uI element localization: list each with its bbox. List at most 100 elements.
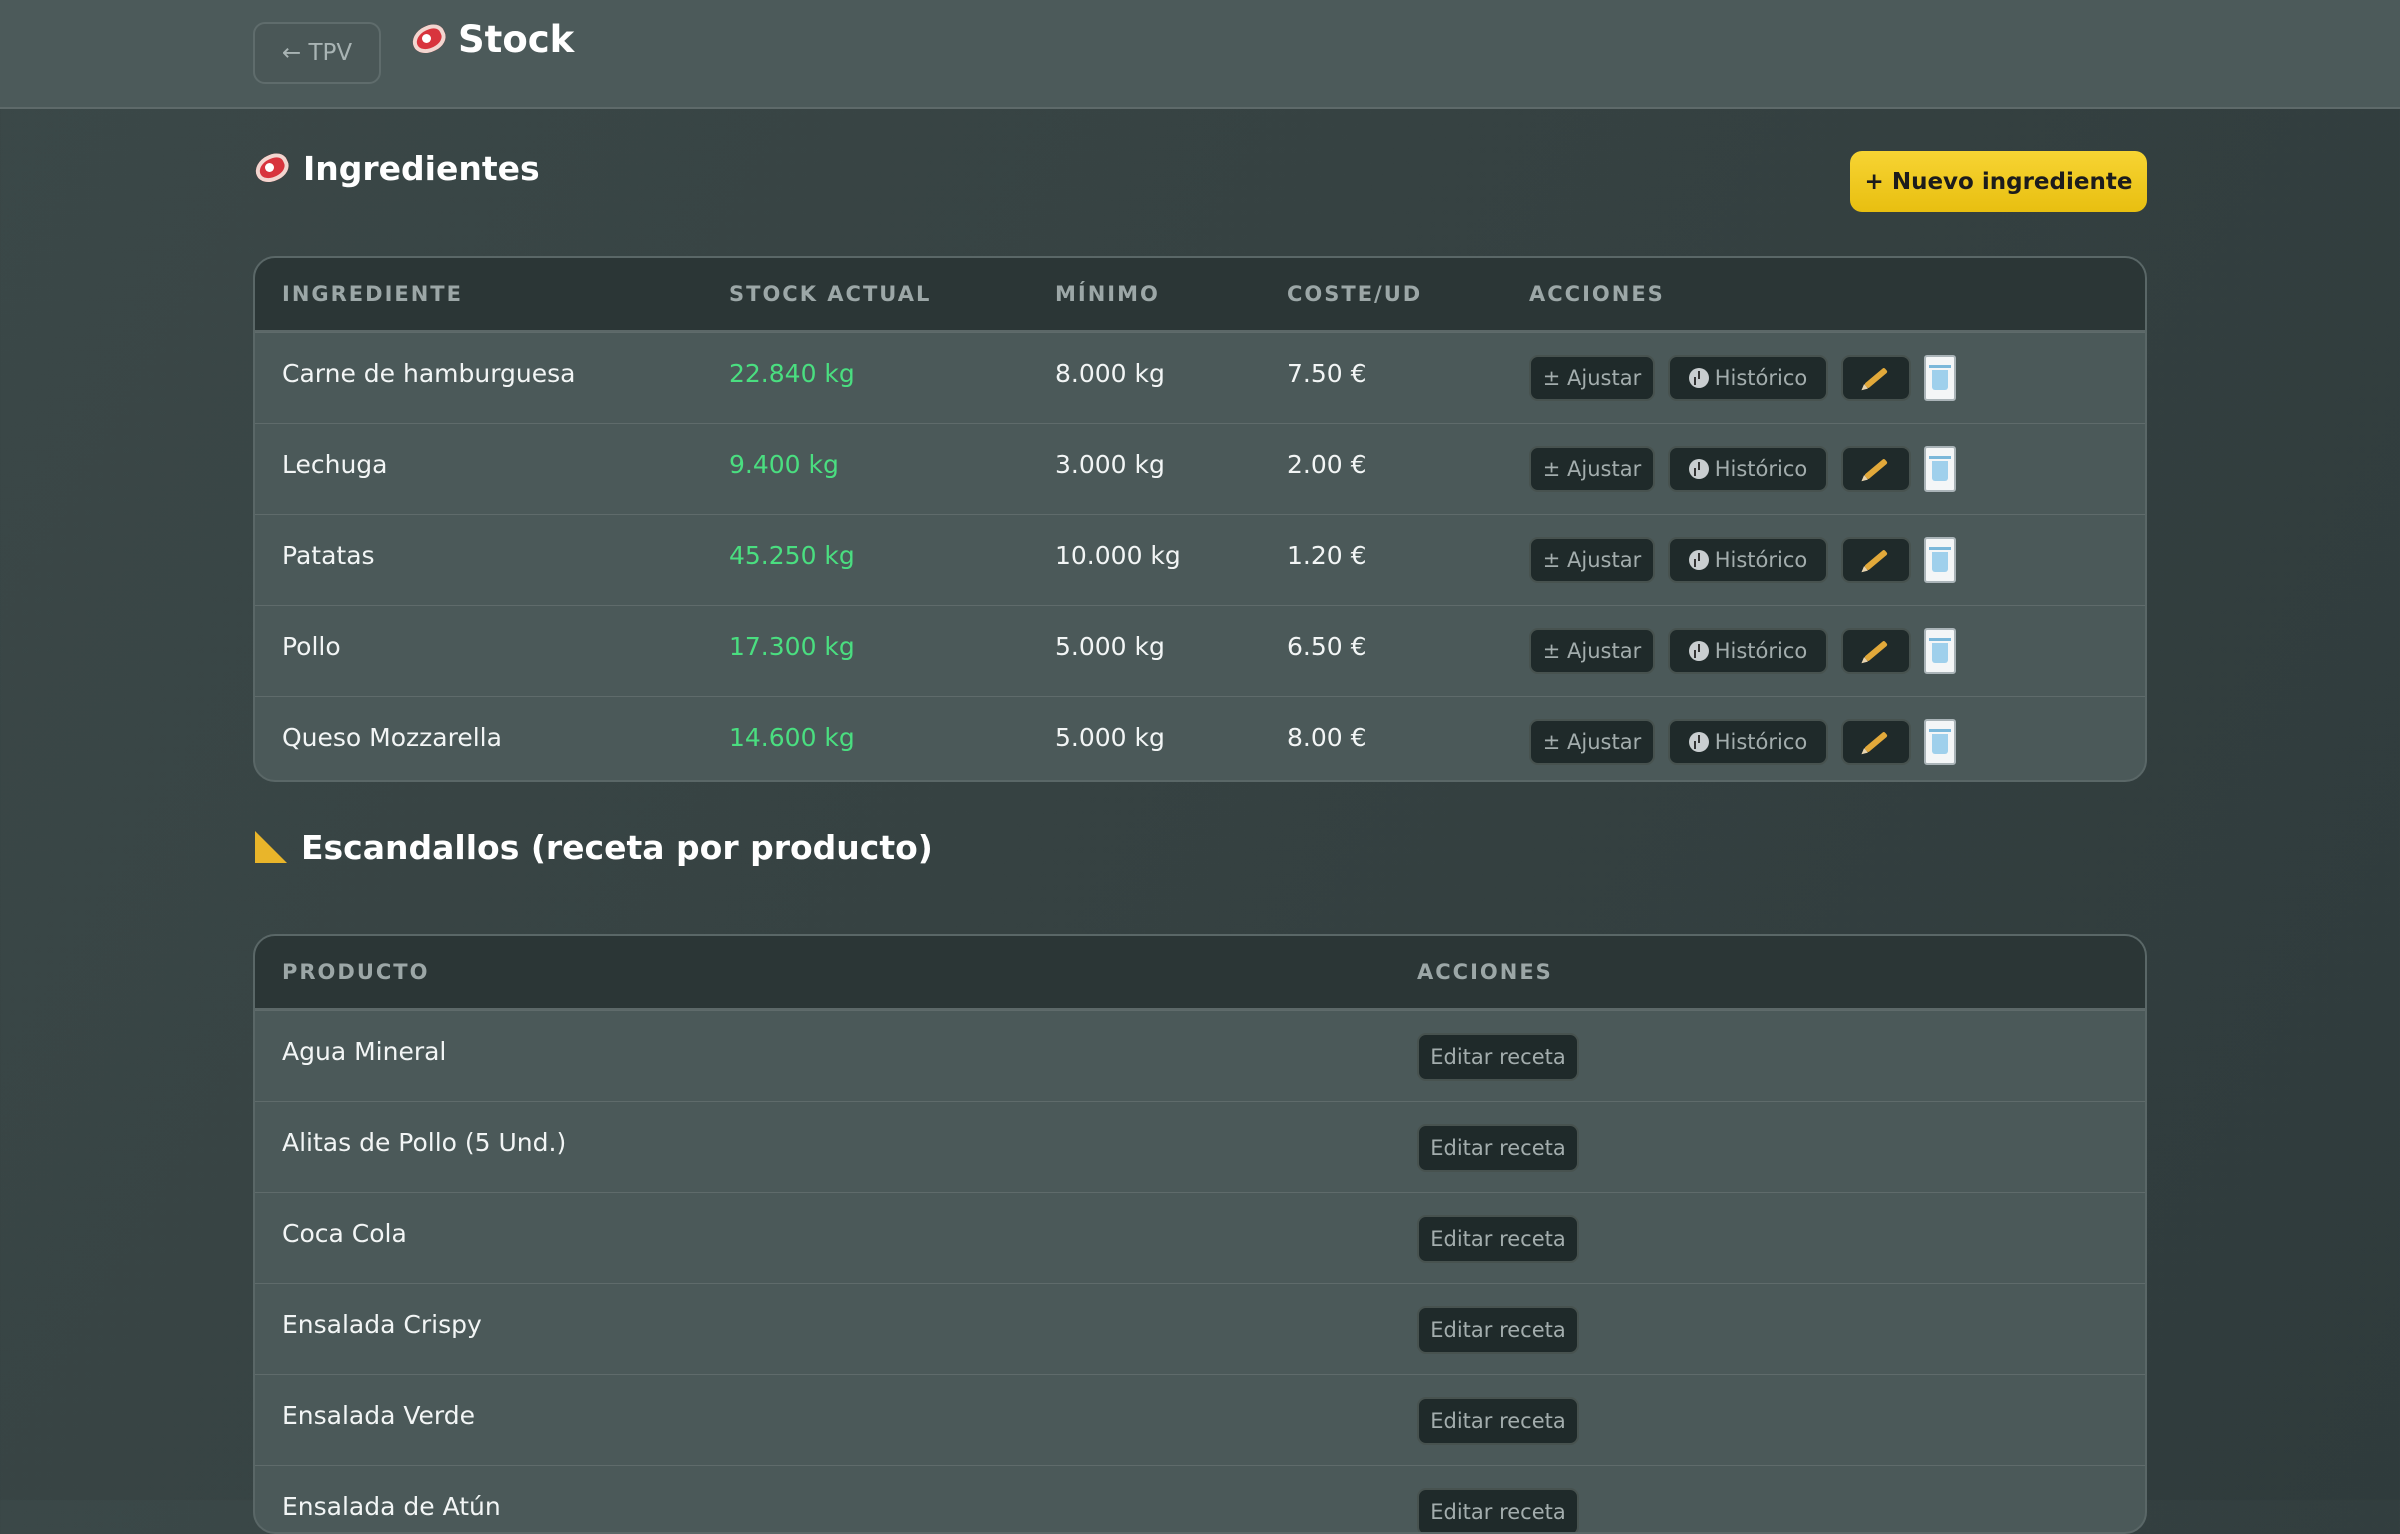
pencil-icon [1864,640,1888,662]
ingredient-stock: 45.250 kg [729,540,855,570]
clock-icon [1688,459,1709,479]
product-name: Ensalada Crispy [282,1309,482,1339]
pencil-icon [1864,458,1888,480]
ingredient-name: Pollo [282,631,341,661]
ingredient-cost: 8.00 € [1287,722,1367,752]
history-button[interactable]: Histórico [1668,628,1828,674]
table-row: Lechuga 9.400 kg 3.000 kg 2.00 € ± Ajust… [255,423,2145,514]
history-button[interactable]: Histórico [1668,719,1828,765]
edit-recipe-button[interactable]: Editar receta [1417,1488,1579,1532]
ingredient-cost: 6.50 € [1287,631,1367,661]
column-header-ingredient: INGREDIENTE [282,282,463,306]
trash-icon [1929,729,1951,754]
product-name: Ensalada Verde [282,1400,476,1430]
table-row: Carne de hamburguesa 22.840 kg 8.000 kg … [255,332,2145,423]
edit-ingredient-button[interactable] [1841,537,1911,583]
ingredient-name: Queso Mozzarella [282,722,502,752]
page-title: Stock [410,14,574,64]
edit-ingredient-button[interactable] [1841,355,1911,401]
column-header-stock: STOCK ACTUAL [729,282,932,306]
ingredient-stock: 14.600 kg [729,722,855,752]
ingredient-minimum: 5.000 kg [1055,722,1165,752]
ingredient-minimum: 10.000 kg [1055,540,1181,570]
history-label: Histórico [1714,639,1808,663]
ingredients-table-header: INGREDIENTE STOCK ACTUAL MÍNIMO COSTE/UD… [255,258,2145,332]
history-button[interactable]: Histórico [1668,537,1828,583]
edit-ingredient-button[interactable] [1841,719,1911,765]
ingredient-cost: 2.00 € [1287,449,1367,479]
ingredient-minimum: 3.000 kg [1055,449,1165,479]
new-ingredient-button[interactable]: + Nuevo ingrediente [1850,151,2147,212]
history-label: Histórico [1714,366,1808,390]
ingredient-cost: 7.50 € [1287,358,1367,388]
table-row: Pollo 17.300 kg 5.000 kg 6.50 € ± Ajusta… [255,605,2145,696]
table-row: Queso Mozzarella 14.600 kg 5.000 kg 8.00… [255,696,2145,780]
recipes-table-header: PRODUCTO ACCIONES [255,936,2145,1010]
product-name: Alitas de Pollo (5 Und.) [282,1127,567,1157]
adjust-button[interactable]: ± Ajustar [1529,719,1655,765]
table-row: Alitas de Pollo (5 Und.) Editar receta [255,1101,2145,1192]
page-title-text: Stock [458,17,575,61]
product-name: Agua Mineral [282,1036,447,1066]
back-to-tpv-button[interactable]: ← TPV [253,22,381,84]
trash-icon [1929,547,1951,572]
edit-recipe-button[interactable]: Editar receta [1417,1124,1579,1172]
edit-recipe-button[interactable]: Editar receta [1417,1033,1579,1081]
trash-icon [1929,638,1951,663]
adjust-button[interactable]: ± Ajustar [1529,446,1655,492]
meat-icon [410,20,448,58]
delete-ingredient-button[interactable] [1924,446,1956,492]
ingredient-stock: 17.300 kg [729,631,855,661]
column-header-minimum: MÍNIMO [1055,282,1160,306]
history-button[interactable]: Histórico [1668,355,1828,401]
delete-ingredient-button[interactable] [1924,719,1956,765]
triangular-ruler-icon [253,829,289,865]
ingredient-minimum: 8.000 kg [1055,358,1165,388]
clock-icon [1688,641,1709,661]
history-label: Histórico [1714,730,1808,754]
ingredients-heading-text: Ingredientes [303,148,540,188]
column-header-actions: ACCIONES [1417,960,1553,984]
pencil-icon [1864,549,1888,571]
recipes-table: PRODUCTO ACCIONES Agua Mineral Editar re… [253,934,2147,1534]
clock-icon [1688,368,1709,388]
edit-ingredient-button[interactable] [1841,446,1911,492]
ingredient-stock: 9.400 kg [729,449,839,479]
adjust-button[interactable]: ± Ajustar [1529,537,1655,583]
column-header-cost: COSTE/UD [1287,282,1423,306]
ingredient-cost: 1.20 € [1287,540,1367,570]
table-row: Ensalada Crispy Editar receta [255,1283,2145,1374]
product-name: Ensalada de Atún [282,1491,501,1521]
edit-recipe-button[interactable]: Editar receta [1417,1306,1579,1354]
table-row: Patatas 45.250 kg 10.000 kg 1.20 € ± Aju… [255,514,2145,605]
table-row: Agua Mineral Editar receta [255,1010,2145,1101]
edit-recipe-button[interactable]: Editar receta [1417,1397,1579,1445]
ingredients-table: INGREDIENTE STOCK ACTUAL MÍNIMO COSTE/UD… [253,256,2147,782]
column-header-product: PRODUCTO [282,960,430,984]
history-button[interactable]: Histórico [1668,446,1828,492]
top-bar: ← TPV Stock [0,0,2400,109]
adjust-button[interactable]: ± Ajustar [1529,355,1655,401]
delete-ingredient-button[interactable] [1924,537,1956,583]
column-header-actions: ACCIONES [1529,282,1665,306]
product-name: Coca Cola [282,1218,407,1248]
table-row: Ensalada Verde Editar receta [255,1374,2145,1465]
delete-ingredient-button[interactable] [1924,355,1956,401]
adjust-button[interactable]: ± Ajustar [1529,628,1655,674]
recipes-heading: Escandallos (receta por producto) [253,822,933,872]
edit-recipe-button[interactable]: Editar receta [1417,1215,1579,1263]
clock-icon [1688,732,1709,752]
history-label: Histórico [1714,548,1808,572]
meat-icon [253,149,291,187]
ingredient-name: Carne de hamburguesa [282,358,576,388]
ingredient-minimum: 5.000 kg [1055,631,1165,661]
ingredient-name: Patatas [282,540,375,570]
ingredient-name: Lechuga [282,449,388,479]
pencil-icon [1864,731,1888,753]
trash-icon [1929,456,1951,481]
edit-ingredient-button[interactable] [1841,628,1911,674]
ingredients-heading: Ingredientes [253,143,540,193]
clock-icon [1688,550,1709,570]
recipes-heading-text: Escandallos (receta por producto) [301,827,933,867]
delete-ingredient-button[interactable] [1924,628,1956,674]
